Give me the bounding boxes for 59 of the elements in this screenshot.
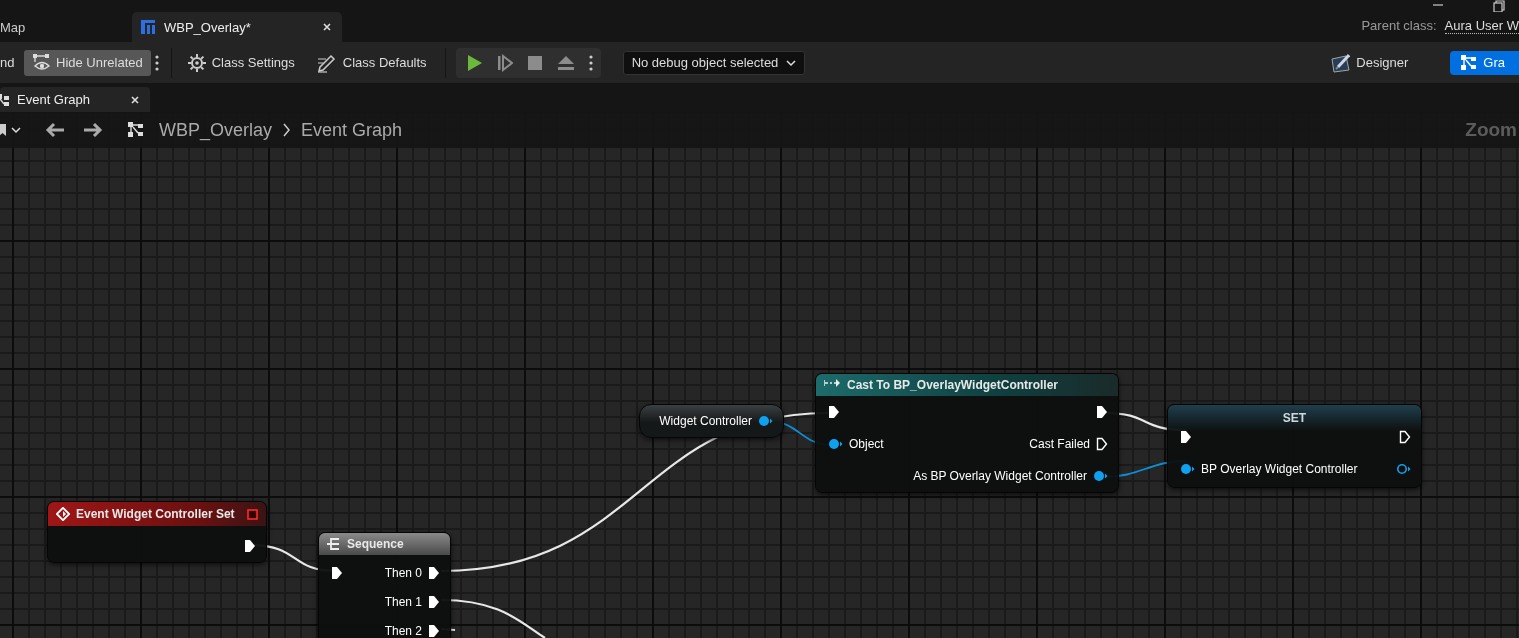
- variable-node[interactable]: Widget Controller: [639, 404, 784, 438]
- parent-class-label: Parent class:: [1361, 18, 1437, 34]
- node-title: Sequence: [347, 537, 405, 551]
- mode-button[interactable]: Designer: [1320, 50, 1419, 75]
- node-title: Event Widget Controller Set: [76, 507, 236, 521]
- node-title: SET: [1282, 411, 1307, 425]
- parent-class-link[interactable]: Aura User W: [1444, 18, 1519, 34]
- document-tab[interactable]: Map: [0, 12, 132, 42]
- nodes-eye-icon: [32, 52, 50, 73]
- find-button[interactable]: nd: [0, 55, 24, 70]
- graph-icon: [0, 92, 10, 107]
- graph-tab[interactable]: Event Graph: [0, 87, 150, 112]
- document-tab[interactable]: WBP_Overlay*: [132, 12, 342, 42]
- forward-arrow-icon[interactable]: [83, 122, 103, 138]
- pin-label: Then 2: [384, 623, 422, 638]
- close-icon[interactable]: [322, 22, 332, 32]
- event-node[interactable]: Event Widget Controller Set: [47, 501, 267, 563]
- hide-unrelated-button[interactable]: Hide Unrelated: [24, 49, 151, 76]
- more-icon[interactable]: [154, 53, 159, 72]
- pin-label: Then 1: [384, 594, 422, 609]
- sequence-icon: [327, 537, 341, 551]
- bookmark-button[interactable]: [0, 123, 21, 137]
- mode-button[interactable]: Gra: [1450, 50, 1519, 75]
- blueprint-icon: [140, 19, 156, 35]
- back-arrow-icon[interactable]: [45, 122, 65, 138]
- eject-icon[interactable]: [556, 54, 575, 71]
- step-icon[interactable]: [496, 53, 513, 72]
- sequence-node[interactable]: Sequence Then 0 Then 1 Then 2: [318, 532, 451, 638]
- class-settings-button[interactable]: Class Settings: [179, 49, 303, 76]
- set-node[interactable]: SET BP Overlay Widget Controller: [1167, 404, 1422, 488]
- pin-label: Object: [849, 437, 884, 451]
- pin-label: As BP Overlay Widget Controller: [913, 469, 1087, 483]
- easel-icon: [1330, 52, 1351, 73]
- graph-icon: [127, 121, 145, 139]
- more-icon[interactable]: [588, 53, 593, 72]
- pin-label: Then 0: [384, 565, 422, 580]
- close-icon[interactable]: [130, 94, 140, 105]
- diamond-icon: [56, 507, 70, 521]
- node-title: Cast To BP_OverlayWidgetController: [847, 378, 1060, 392]
- bookmark-icon: [0, 123, 7, 137]
- gear-icon: [187, 53, 206, 72]
- chevron-down-icon: [11, 126, 21, 134]
- cast-node[interactable]: Cast To BP_OverlayWidgetController Object Cast Failed As BP Overlay Widget Controller: [815, 373, 1119, 493]
- pin-label: Cast Failed: [1029, 437, 1090, 451]
- breadcrumb-link[interactable]: WBP_Overlay: [159, 119, 273, 141]
- play-icon[interactable]: [465, 53, 483, 72]
- pin-label: BP Overlay Widget Controller: [1201, 462, 1358, 476]
- graph-icon: [1460, 54, 1478, 71]
- stop-icon[interactable]: [526, 54, 543, 71]
- pencil-icon: [316, 52, 337, 73]
- zoom-label: Zoom: [1465, 119, 1517, 141]
- class-defaults-button[interactable]: Class Defaults: [308, 49, 435, 76]
- debug-object-dropdown[interactable]: No debug object selected: [622, 50, 806, 75]
- delegate-pin-icon: [247, 508, 258, 520]
- pin-label: Widget Controller: [659, 414, 752, 428]
- breadcrumb-link[interactable]: Event Graph: [301, 119, 403, 141]
- chevron-down-icon: [786, 58, 797, 67]
- restore-icon[interactable]: [1493, 0, 1505, 12]
- chevron-right-icon: [282, 123, 292, 137]
